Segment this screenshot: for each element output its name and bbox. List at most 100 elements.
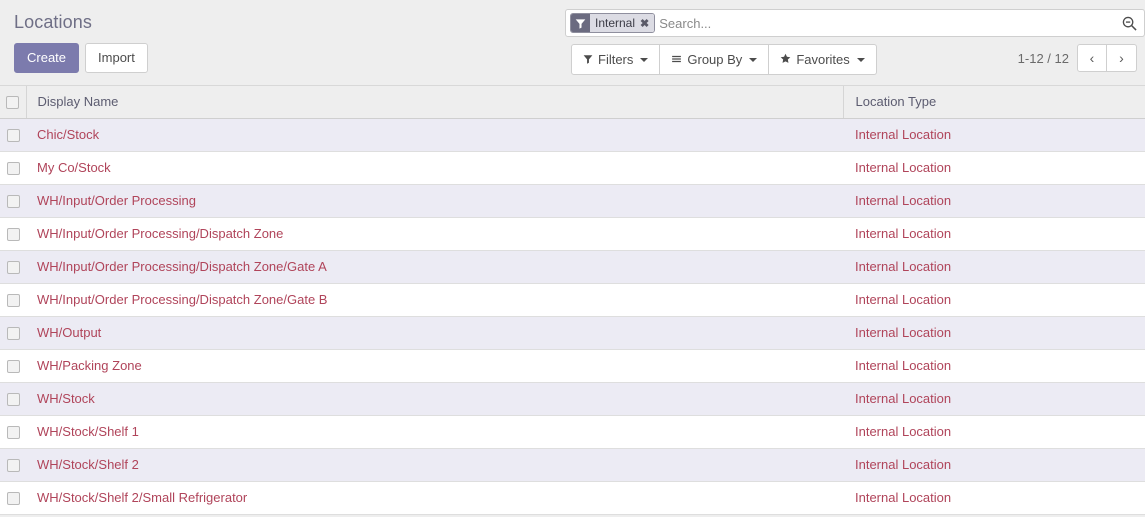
cell-location-type[interactable]: Internal Location: [843, 349, 1145, 383]
table-row[interactable]: Chic/Stock Internal Location: [0, 118, 1145, 152]
table-row[interactable]: WH/Stock/Shelf 2 Internal Location: [0, 448, 1145, 482]
cell-location-type[interactable]: Internal Location: [843, 151, 1145, 185]
star-icon: [780, 53, 791, 66]
cell-display-name[interactable]: WH/Packing Zone: [26, 349, 843, 383]
table-row[interactable]: WH/Input/Order Processing/Dispatch Zone/…: [0, 250, 1145, 284]
row-select-cell: [0, 283, 26, 317]
cell-display-name[interactable]: WH/Input/Order Processing: [26, 184, 843, 218]
table-row[interactable]: My Co/Stock Internal Location: [0, 151, 1145, 185]
cell-location-type[interactable]: Internal Location: [843, 415, 1145, 449]
table-row[interactable]: WH/Packing Zone Internal Location: [0, 349, 1145, 383]
location-name-link[interactable]: My Co/Stock: [37, 160, 111, 175]
row-checkbox[interactable]: [6, 393, 20, 407]
row-checkbox[interactable]: [6, 327, 20, 341]
cell-display-name[interactable]: WH/Input/Order Processing/Dispatch Zone/…: [26, 283, 843, 317]
location-name-link[interactable]: WH/Output: [37, 325, 101, 340]
cell-display-name[interactable]: WH/Input/Order Processing/Dispatch Zone: [26, 217, 843, 251]
location-name-link[interactable]: WH/Input/Order Processing/Dispatch Zone/…: [37, 259, 327, 274]
cell-location-type[interactable]: Internal Location: [843, 481, 1145, 515]
location-name-link[interactable]: WH/Input/Order Processing/Dispatch Zone: [37, 226, 283, 241]
cell-location-type[interactable]: Internal Location: [843, 316, 1145, 350]
row-checkbox[interactable]: [6, 228, 20, 242]
location-type-value: Internal Location: [855, 259, 952, 274]
pager: 1-12 / 12 ‹ ›: [1018, 44, 1137, 72]
favorites-label: Favorites: [796, 52, 850, 67]
create-button[interactable]: Create: [14, 43, 80, 73]
table-row[interactable]: WH/Output Internal Location: [0, 316, 1145, 350]
locations-table: Display Name Location Type Chic/Stock Int…: [0, 86, 1145, 515]
search-facet-internal[interactable]: Internal ✖: [570, 13, 656, 33]
location-name-link[interactable]: Chic/Stock: [37, 127, 99, 142]
pager-previous-button[interactable]: ‹: [1077, 44, 1107, 72]
row-checkbox[interactable]: [6, 162, 20, 176]
row-checkbox[interactable]: [6, 261, 20, 275]
filter-icon: [571, 14, 590, 32]
filters-label: Filters: [598, 52, 634, 67]
favorites-dropdown-button[interactable]: Favorites: [769, 44, 877, 75]
pager-range: 1-12 / 12: [1017, 50, 1069, 66]
location-type-value: Internal Location: [855, 457, 952, 472]
control-panel-left: Locations Create Import: [14, 0, 148, 73]
row-checkbox[interactable]: [6, 294, 20, 308]
search-bar[interactable]: Internal ✖: [565, 9, 1145, 37]
table-row[interactable]: WH/Stock/Shelf 2/Small Refrigerator Inter…: [0, 481, 1145, 515]
location-name-link[interactable]: WH/Packing Zone: [37, 358, 142, 373]
cell-location-type[interactable]: Internal Location: [843, 184, 1145, 218]
search-input[interactable]: [659, 12, 1118, 34]
select-all-checkbox[interactable]: [6, 96, 20, 110]
row-checkbox[interactable]: [6, 129, 20, 143]
location-type-value: Internal Location: [855, 391, 952, 406]
table-header: Display Name Location Type: [0, 86, 1145, 119]
location-type-value: Internal Location: [855, 292, 952, 307]
location-type-value: Internal Location: [855, 193, 952, 208]
location-type-value: Internal Location: [855, 160, 952, 175]
location-name-link[interactable]: WH/Stock: [37, 391, 95, 406]
cell-display-name[interactable]: WH/Stock/Shelf 2/Small Refrigerator: [26, 481, 843, 515]
cell-display-name[interactable]: WH/Stock/Shelf 2: [26, 448, 843, 482]
location-name-link[interactable]: WH/Stock/Shelf 2: [37, 457, 139, 472]
table-row[interactable]: WH/Stock/Shelf 1 Internal Location: [0, 415, 1145, 449]
cell-location-type[interactable]: Internal Location: [843, 250, 1145, 284]
row-select-cell: [0, 118, 26, 152]
cell-display-name[interactable]: My Co/Stock: [26, 151, 843, 185]
row-select-cell: [0, 382, 26, 416]
table-row[interactable]: WH/Stock Internal Location: [0, 382, 1145, 416]
location-name-link[interactable]: WH/Input/Order Processing/Dispatch Zone/…: [37, 292, 327, 307]
location-name-link[interactable]: WH/Input/Order Processing: [37, 193, 196, 208]
import-button[interactable]: Import: [85, 43, 148, 73]
cell-location-type[interactable]: Internal Location: [843, 217, 1145, 251]
bars-icon: [671, 53, 682, 66]
location-name-link[interactable]: WH/Stock/Shelf 1: [37, 424, 139, 439]
location-type-value: Internal Location: [855, 490, 952, 505]
cell-location-type[interactable]: Internal Location: [843, 283, 1145, 317]
row-checkbox[interactable]: [6, 360, 20, 374]
cell-display-name[interactable]: Chic/Stock: [26, 118, 843, 152]
row-checkbox[interactable]: [6, 492, 20, 506]
cell-display-name[interactable]: WH/Stock/Shelf 1: [26, 415, 843, 449]
row-checkbox[interactable]: [6, 426, 20, 440]
search-icon[interactable]: [1118, 16, 1140, 31]
search-options-row: Filters Group By Favorites 1-12 / 12 ‹ ›: [565, 44, 1145, 75]
row-select-cell: [0, 349, 26, 383]
table-row[interactable]: WH/Input/Order Processing Internal Locati…: [0, 184, 1145, 218]
row-select-cell: [0, 151, 26, 185]
cell-location-type[interactable]: Internal Location: [843, 448, 1145, 482]
table-row[interactable]: WH/Input/Order Processing/Dispatch Zone/…: [0, 283, 1145, 317]
row-checkbox[interactable]: [6, 195, 20, 209]
table-row[interactable]: WH/Input/Order Processing/Dispatch Zone I…: [0, 217, 1145, 251]
search-facet-remove-icon[interactable]: ✖: [639, 14, 655, 32]
group-by-dropdown-button[interactable]: Group By: [660, 44, 770, 75]
column-header-display-name[interactable]: Display Name: [25, 86, 843, 119]
select-all-header: [0, 86, 26, 119]
chevron-down-icon: [640, 57, 649, 62]
row-checkbox[interactable]: [6, 459, 20, 473]
cell-display-name[interactable]: WH/Output: [26, 316, 843, 350]
cell-location-type[interactable]: Internal Location: [843, 382, 1145, 416]
cell-display-name[interactable]: WH/Input/Order Processing/Dispatch Zone/…: [26, 250, 843, 284]
pager-next-button[interactable]: ›: [1107, 44, 1137, 72]
filters-dropdown-button[interactable]: Filters: [571, 44, 661, 75]
column-header-location-type[interactable]: Location Type: [842, 86, 1145, 119]
cell-display-name[interactable]: WH/Stock: [26, 382, 843, 416]
cell-location-type[interactable]: Internal Location: [843, 118, 1145, 152]
location-name-link[interactable]: WH/Stock/Shelf 2/Small Refrigerator: [37, 490, 247, 505]
